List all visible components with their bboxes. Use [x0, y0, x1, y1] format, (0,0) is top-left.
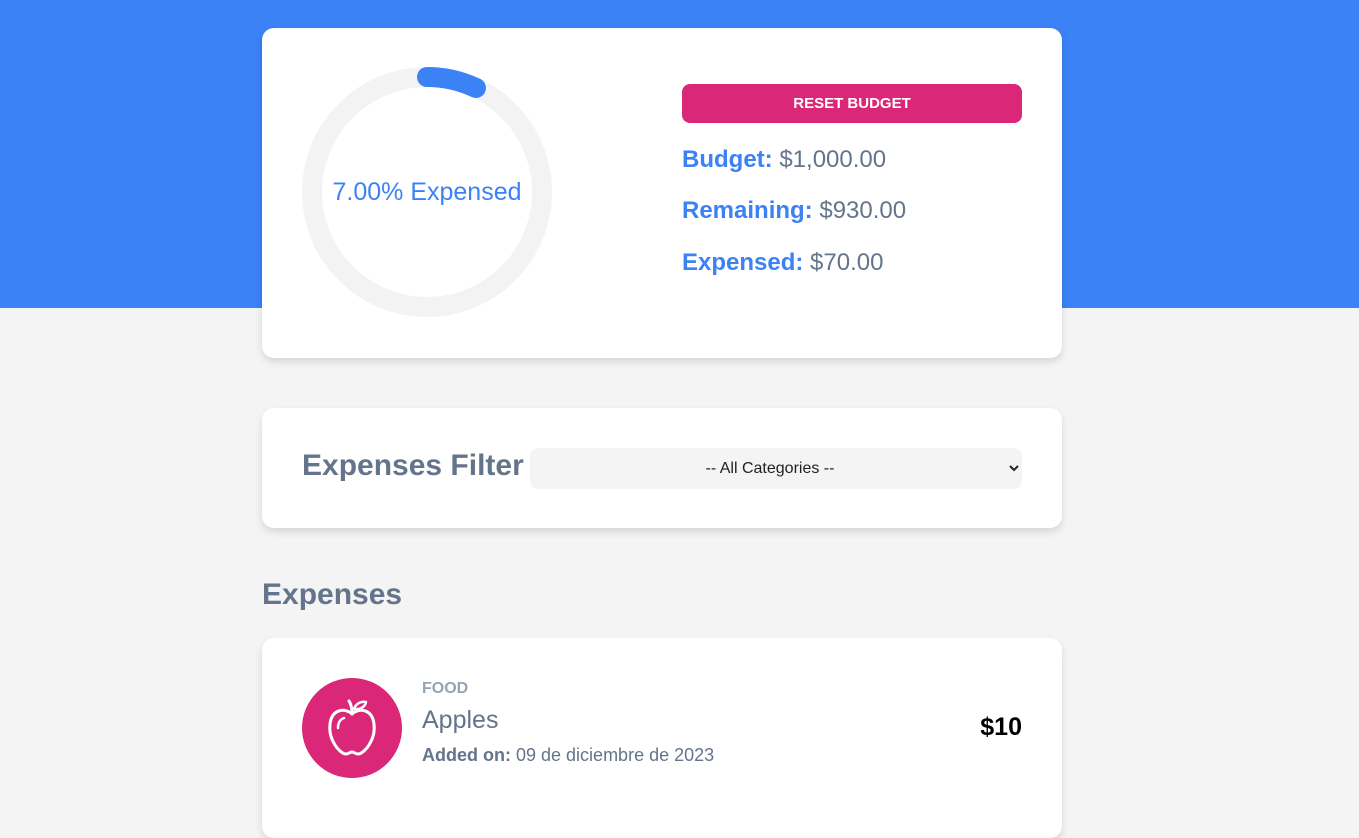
progress-label: 7.00% Expensed	[332, 177, 522, 206]
budget-stat-value: $1,000.00	[779, 146, 887, 173]
expense-date-label: Added on:	[422, 745, 511, 765]
budget-progress-ring: 7.00% Expensed	[302, 67, 552, 317]
expense-date-value: 09 de diciembre de 2023	[516, 745, 715, 765]
budget-stat-label: Budget:	[682, 146, 773, 173]
expense-date: Added on: 09 de diciembre de 2023	[422, 745, 714, 766]
expensed-stat-value: $70.00	[810, 249, 884, 276]
expense-amount: $10	[980, 713, 1022, 741]
remaining-stat-label: Remaining:	[682, 197, 813, 224]
reset-budget-button[interactable]: Reset Budget	[682, 84, 1022, 123]
remaining-stat: Remaining: $930.00	[682, 197, 906, 225]
expense-name: Apples	[422, 706, 499, 734]
category-filter-select[interactable]: -- All Categories --	[530, 448, 1022, 489]
expense-category: Food	[422, 680, 469, 697]
expenses-title: Expenses	[262, 578, 403, 611]
budget-stat: Budget: $1,000.00	[682, 146, 886, 174]
expense-category-icon	[302, 678, 402, 778]
expenses-filter-title: Expenses Filter	[302, 449, 524, 482]
expensed-stat: Expensed: $70.00	[682, 249, 883, 277]
apple-icon	[328, 699, 376, 756]
remaining-stat-value: $930.00	[819, 197, 907, 224]
expensed-stat-label: Expensed:	[682, 249, 804, 276]
